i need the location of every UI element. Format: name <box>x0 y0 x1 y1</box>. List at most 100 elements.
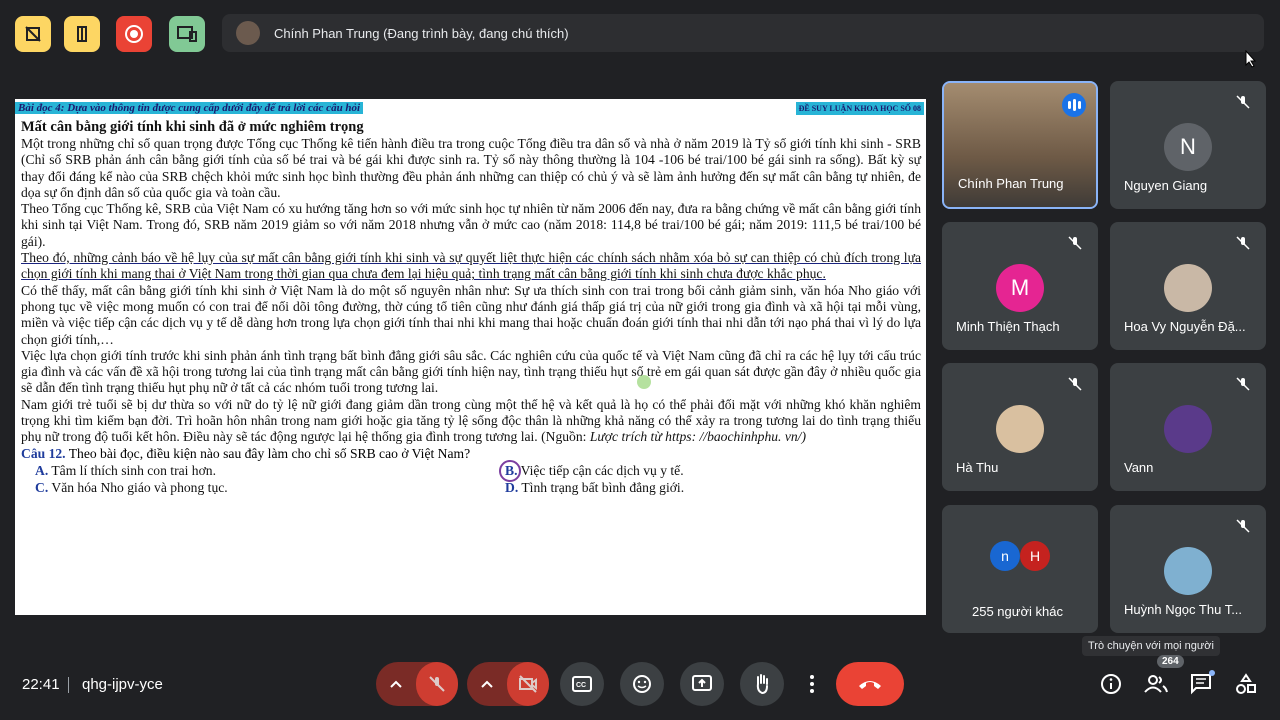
doc-paragraph: Việc lựa chọn giới tính trước khi sinh p… <box>21 347 921 396</box>
present-button[interactable] <box>680 662 724 706</box>
mic-off-icon <box>1068 236 1082 250</box>
participant-tile[interactable]: Hà Thu <box>942 363 1098 491</box>
annotation-circle <box>499 459 521 482</box>
mic-off-icon <box>1236 236 1250 250</box>
meet-window: Chính Phan Trung (Đang trình bày, đang c… <box>0 0 1280 720</box>
chat-notification-dot <box>1209 670 1215 676</box>
more-vert-icon <box>810 675 814 693</box>
others-count: 255 người khác <box>972 604 1063 619</box>
participant-avatar: n <box>990 541 1020 571</box>
annotation-pen-off-button[interactable] <box>15 16 51 52</box>
question-text: Theo bài đọc, điều kiện nào sau đây làm … <box>65 445 471 461</box>
activities-icon <box>1236 673 1256 694</box>
audio-options-button[interactable] <box>376 662 416 706</box>
participant-avatar: N <box>1164 123 1212 171</box>
people-button[interactable] <box>1144 672 1168 696</box>
participant-tile[interactable]: Chính Phan Trung <box>942 81 1098 209</box>
captions-icon: CC <box>572 676 592 692</box>
video-options-button[interactable] <box>467 662 507 706</box>
camera-toggle-button[interactable] <box>507 662 549 706</box>
mouse-cursor-icon <box>1245 50 1257 68</box>
stop-recording-button[interactable] <box>116 16 152 52</box>
others-tile[interactable]: n H 255 người khác <box>942 505 1098 633</box>
participant-tile[interactable]: Huỳnh Ngọc Thu T... <box>1110 505 1266 633</box>
emoji-icon <box>633 675 651 693</box>
svg-text:CC: CC <box>576 682 586 689</box>
participant-tile[interactable]: Vann <box>1110 363 1266 491</box>
participant-avatar: M <box>996 264 1044 312</box>
participant-name: Minh Thiện Thạch <box>956 319 1060 334</box>
option-a: A. Tâm lí thích sinh con trai hơn. <box>35 462 216 478</box>
meeting-details-button[interactable] <box>1099 672 1123 696</box>
chat-button[interactable] <box>1189 670 1215 696</box>
participant-avatar <box>1164 405 1212 453</box>
doc-source: Lược trích từ https: //baochinhphu. vn/) <box>589 429 806 445</box>
marker-icon <box>77 26 87 42</box>
divider <box>68 677 69 693</box>
doc-paragraph-underlined: Theo đó, những cảnh báo về hệ lụy của sự… <box>21 250 921 282</box>
presenter-avatar <box>236 21 260 45</box>
mic-toggle-button[interactable] <box>416 662 458 706</box>
participant-name: Huỳnh Ngọc Thu T... <box>1124 602 1243 617</box>
participant-avatar: H <box>1020 541 1050 571</box>
laser-pointer <box>637 375 651 389</box>
raise-hand-button[interactable] <box>740 662 784 706</box>
participant-name: Hoa Vy Nguyễn Đặ... <box>1124 319 1246 334</box>
doc-header-left: Bài đọc 4: Dựa vào thông tin được cung c… <box>15 102 364 114</box>
participant-tile[interactable]: N Nguyen Giang <box>1110 81 1266 209</box>
people-icon <box>1144 675 1168 693</box>
chat-icon <box>1191 674 1211 695</box>
more-options-button[interactable] <box>800 662 824 706</box>
hand-icon <box>756 674 768 695</box>
option-c: C. Văn hóa Nho giáo và phong tục. <box>35 479 228 495</box>
participant-count-badge: 264 <box>1157 655 1184 668</box>
participant-tile[interactable]: Hoa Vy Nguyễn Đặ... <box>1110 222 1266 350</box>
doc-paragraph: Theo Tổng cục Thống kê, SRB của Việt Nam… <box>21 201 921 249</box>
camera-control-group <box>467 662 549 706</box>
pen-off-icon <box>25 26 41 42</box>
doc-paragraph: Có thể thấy, mất cân bằng giới tính khi … <box>21 282 921 347</box>
reactions-button[interactable] <box>620 662 664 706</box>
annotation-toggle-button[interactable] <box>64 16 100 52</box>
doc-paragraph: Một trong những chỉ số quan trọng được T… <box>21 136 921 200</box>
presenter-banner: Chính Phan Trung (Đang trình bày, đang c… <box>222 14 1264 52</box>
participant-avatar <box>1164 264 1212 312</box>
mic-off-icon <box>1068 377 1082 391</box>
participant-name: Chính Phan Trung <box>958 176 1064 191</box>
activities-button[interactable] <box>1234 672 1258 696</box>
doc-title: Mất cân bằng giới tính khi sinh đã ở mức… <box>21 119 364 135</box>
presenter-label: Chính Phan Trung (Đang trình bày, đang c… <box>274 25 569 41</box>
chat-tooltip: Trò chuyện với mọi người <box>1082 636 1220 656</box>
doc-body: Một trong những chỉ số quan trọng được T… <box>21 136 921 496</box>
participant-tile[interactable]: M Minh Thiện Thạch <box>942 222 1098 350</box>
question-number: Câu 12. <box>21 445 66 461</box>
mic-off-icon <box>429 676 445 692</box>
doc-paragraph: Nam giới trẻ tuổi sẽ bị dư thừa so với n… <box>21 397 921 446</box>
option-d: D. Tình trạng bất bình đẳng giới. <box>505 479 685 495</box>
chevron-up-icon <box>481 680 493 688</box>
chevron-up-icon <box>390 680 402 688</box>
meeting-code: qhg-ijpv-yce <box>82 676 163 693</box>
participant-avatar <box>1164 547 1212 595</box>
question: Câu 12. Theo bài đọc, điều kiện nào sau … <box>21 446 921 462</box>
present-icon <box>692 675 712 691</box>
screen-share-icon <box>177 26 197 42</box>
mic-off-icon <box>1236 377 1250 391</box>
record-icon <box>125 25 143 43</box>
mic-control-group <box>376 662 458 706</box>
present-screen-button[interactable] <box>169 16 205 52</box>
answer-options: A. Tâm lí thích sinh con trai hơn. B. Vi… <box>21 459 921 496</box>
doc-header-right: ĐỀ SUY LUẬN KHOA HỌC SỐ 08 <box>795 102 924 115</box>
speaking-indicator-icon <box>1062 93 1086 117</box>
captions-button[interactable]: CC <box>560 662 604 706</box>
info-icon <box>1101 674 1121 694</box>
mic-off-icon <box>1236 519 1250 533</box>
shared-screen: Bài đọc 4: Dựa vào thông tin được cung c… <box>15 99 926 615</box>
participant-name: Hà Thu <box>956 460 999 475</box>
clock: 22:41 <box>22 676 60 693</box>
participant-avatar <box>996 405 1044 453</box>
doc-header: Bài đọc 4: Dựa vào thông tin được cung c… <box>15 102 926 117</box>
leave-call-button[interactable] <box>836 662 904 706</box>
participant-name: Nguyen Giang <box>1124 178 1208 193</box>
participant-name: Vann <box>1124 460 1154 475</box>
